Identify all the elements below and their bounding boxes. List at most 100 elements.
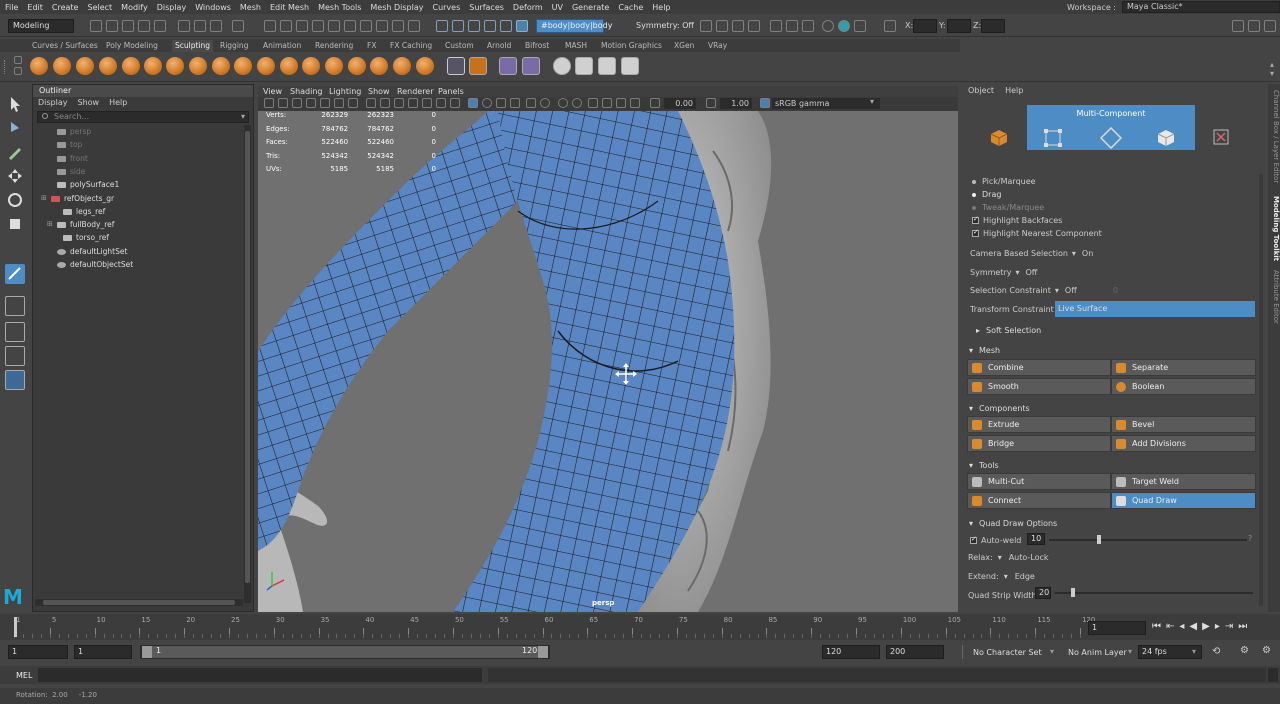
- shelf-tab-custom[interactable]: Custom: [445, 41, 474, 50]
- outliner-item[interactable]: persp: [57, 125, 91, 138]
- pinch-tool-icon[interactable]: [122, 57, 140, 75]
- outliner-h-scrollbar[interactable]: [35, 599, 243, 606]
- smooth-shade-icon[interactable]: [394, 98, 404, 108]
- mask-invert-icon[interactable]: [575, 57, 593, 75]
- fill-tool-icon[interactable]: [302, 57, 320, 75]
- animation-prefs-icon[interactable]: ⚙: [1262, 645, 1271, 656]
- lights-icon[interactable]: [436, 98, 446, 108]
- menu-mesh[interactable]: Mesh: [240, 3, 261, 12]
- outliner-menu-help[interactable]: Help: [109, 97, 127, 109]
- tweak-marquee-option[interactable]: Tweak/Marquee: [972, 203, 1044, 212]
- hud-icon[interactable]: [602, 98, 612, 108]
- separate-button[interactable]: Separate: [1111, 359, 1256, 376]
- menu-select[interactable]: Select: [87, 3, 112, 12]
- render-view-icon[interactable]: [770, 20, 782, 32]
- wax-tool-icon[interactable]: [257, 57, 275, 75]
- viewport-menu-lighting[interactable]: Lighting: [329, 87, 361, 96]
- quad-draw-options-header[interactable]: ▾ Quad Draw Options: [967, 517, 1259, 530]
- camera-attr-icon[interactable]: [292, 98, 302, 108]
- range-end-handle[interactable]: [538, 646, 548, 658]
- script-editor-icon[interactable]: [1268, 668, 1278, 682]
- workspace-dropdown[interactable]: Maya Classic*: [1122, 1, 1280, 13]
- pick-mask-icon[interactable]: [312, 20, 324, 32]
- go-to-start-icon[interactable]: ⏮: [1152, 621, 1161, 632]
- outliner-v-scrollbar[interactable]: [244, 125, 251, 603]
- boolean-button[interactable]: Boolean: [1111, 378, 1256, 395]
- menu-help[interactable]: Help: [652, 3, 670, 12]
- highlight-backfaces-checkbox[interactable]: Highlight Backfaces: [972, 215, 1062, 225]
- drag-option[interactable]: Drag: [972, 190, 1001, 199]
- step-forward-frame-icon[interactable]: ▸: [1215, 621, 1220, 632]
- snap-curve-icon[interactable]: [452, 20, 464, 32]
- loop-icon[interactable]: ⟲: [1212, 646, 1220, 657]
- outliner-item[interactable]: defaultObjectSet: [57, 258, 133, 271]
- symmetry-option[interactable]: Symmetry ▾ Off: [970, 268, 1037, 277]
- shelf-menu-icon[interactable]: [14, 67, 22, 75]
- viewport-canvas[interactable]: [258, 111, 958, 612]
- amplify-tool-icon[interactable]: [393, 57, 411, 75]
- relax-tool-icon[interactable]: [76, 57, 94, 75]
- menu-display[interactable]: Display: [157, 3, 187, 12]
- layout-single-icon[interactable]: [5, 296, 25, 316]
- anim-layer-dropdown[interactable]: No Anim Layer: [1068, 648, 1127, 657]
- pause-icon[interactable]: [854, 20, 866, 32]
- menu-windows[interactable]: Windows: [195, 3, 231, 12]
- outliner-item[interactable]: torso_ref: [63, 231, 109, 244]
- play-icon[interactable]: [838, 20, 850, 32]
- highlight-nearest-checkbox[interactable]: Highlight Nearest Component: [972, 228, 1102, 238]
- mask-clear-icon[interactable]: [598, 57, 616, 75]
- pick-mask-icon[interactable]: [376, 20, 388, 32]
- shelf-tab-animation[interactable]: Animation: [263, 41, 301, 50]
- shelf-tab-fx[interactable]: FX: [367, 41, 376, 50]
- foamy-tool-icon[interactable]: [166, 57, 184, 75]
- outliner-item[interactable]: polySurface1: [57, 178, 119, 191]
- sculpt-tool-icon[interactable]: [30, 57, 48, 75]
- tab-channel-box[interactable]: Channel Box / Layer Editor: [1268, 90, 1280, 183]
- panel-toggle-icon[interactable]: [1232, 20, 1244, 32]
- render-settings-icon[interactable]: [700, 20, 712, 32]
- render-view-icon[interactable]: [786, 20, 798, 32]
- playback-end-field[interactable]: 120: [822, 645, 880, 659]
- auto-weld-checkbox[interactable]: Auto-weld: [970, 535, 1021, 545]
- vertex-mode-icon[interactable]: [1043, 128, 1063, 148]
- menu-mesh-display[interactable]: Mesh Display: [370, 3, 423, 12]
- paint-select-icon[interactable]: [5, 142, 25, 162]
- auto-weld-field[interactable]: 10: [1027, 533, 1045, 545]
- menu-curves[interactable]: Curves: [432, 3, 460, 12]
- auto-weld-slider-handle[interactable]: [1097, 535, 1101, 544]
- ao-icon[interactable]: [482, 98, 492, 108]
- command-input[interactable]: [38, 668, 482, 682]
- tab-modeling-toolkit[interactable]: Modeling Toolkit: [1268, 196, 1280, 261]
- camera-select-icon[interactable]: [264, 98, 274, 108]
- pick-marquee-option[interactable]: Pick/Marquee: [972, 177, 1036, 186]
- range-bar[interactable]: 1 120: [140, 645, 550, 659]
- toolkit-menu-help[interactable]: Help: [1005, 86, 1023, 95]
- pick-mask-icon[interactable]: [392, 20, 404, 32]
- viewport-menu-view[interactable]: View: [263, 87, 282, 96]
- shelf-tab-poly-modeling[interactable]: Poly Modeling: [106, 41, 158, 50]
- edge-mode-icon[interactable]: [1100, 127, 1122, 149]
- wireframe-icon[interactable]: [380, 98, 390, 108]
- end-time-field[interactable]: 200: [886, 645, 944, 659]
- image-plane-icon[interactable]: [320, 98, 330, 108]
- auto-weld-slider[interactable]: [1049, 539, 1247, 541]
- combine-button[interactable]: Combine: [967, 359, 1111, 376]
- resolution-gate-icon[interactable]: [348, 98, 358, 108]
- menu-generate[interactable]: Generate: [572, 3, 609, 12]
- knife-tool-icon[interactable]: [325, 57, 343, 75]
- x-input[interactable]: [913, 19, 937, 33]
- quad-strip-width-field[interactable]: 20: [1035, 587, 1051, 599]
- save-scene-icon[interactable]: [122, 20, 134, 32]
- bridge-button[interactable]: Bridge: [967, 435, 1111, 452]
- target-weld-button[interactable]: Target Weld: [1111, 473, 1256, 490]
- render-icon[interactable]: [716, 20, 728, 32]
- play-forward-icon[interactable]: ▶: [1202, 621, 1210, 632]
- quad-strip-width-slider[interactable]: [1055, 592, 1253, 594]
- relax-option[interactable]: Relax: ▾ Auto-Lock: [968, 553, 1049, 562]
- mask-eraser-icon[interactable]: [621, 57, 639, 75]
- select-tool-icon[interactable]: [5, 94, 25, 114]
- color-management-icon[interactable]: [760, 98, 770, 108]
- shelf-tab-vray[interactable]: VRay: [708, 41, 727, 50]
- pick-mask-icon[interactable]: [408, 20, 420, 32]
- shelf-tab-mash[interactable]: MASH: [565, 41, 587, 50]
